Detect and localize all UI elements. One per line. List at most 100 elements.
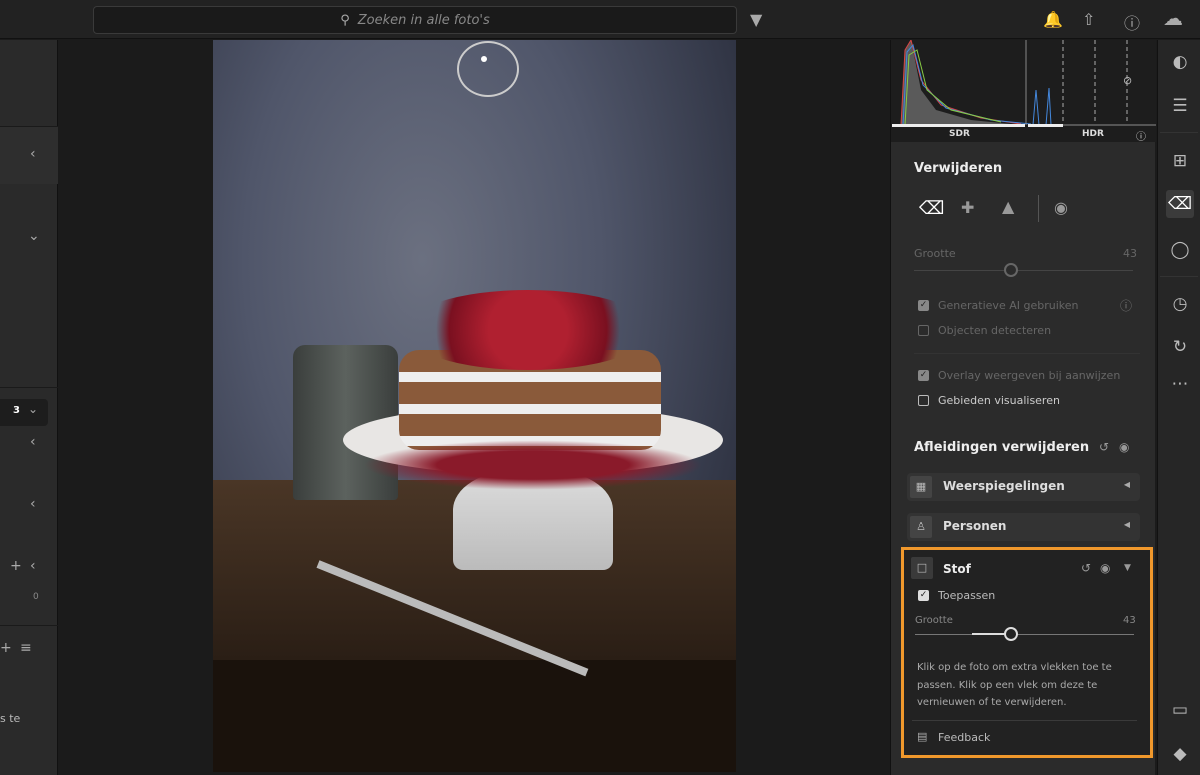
feedback-link[interactable]: Feedback <box>938 731 990 744</box>
histogram-graph <box>892 38 1156 127</box>
visualize-label: Gebieden visualiseren <box>938 394 1060 407</box>
heal-icon[interactable]: ✚ <box>961 198 974 217</box>
tool-rail: ◐ ☰ ⊞ ⌫ ◯ ◷ ↻ ⋯ ▭ ◆ <box>1157 40 1200 775</box>
right-panel: SDR HDR ⓘ ⊘ Verwijderen ⌫ ✚ ▲ ◉ Grootte … <box>890 38 1156 775</box>
bell-icon[interactable]: 🔔 <box>1043 10 1063 29</box>
chevron-left-icon[interactable]: ‹ <box>30 496 36 512</box>
presets-icon[interactable]: ◐ <box>1166 48 1194 76</box>
tag-icon[interactable]: ◆ <box>1166 740 1194 768</box>
size-label: Grootte <box>914 247 956 260</box>
eraser-icon[interactable]: ⌫ <box>919 198 944 219</box>
reflections-icon: ▦ <box>910 476 932 498</box>
size-slider-knob[interactable] <box>1004 263 1018 277</box>
divider <box>0 387 58 388</box>
hdr-label: HDR <box>1082 129 1104 139</box>
detect-objects-label: Objecten detecteren <box>938 324 1052 337</box>
add-icon[interactable]: + <box>10 558 22 574</box>
dust-size-slider[interactable] <box>915 634 1134 635</box>
visualize-checkbox[interactable] <box>918 395 929 406</box>
comment-icon[interactable]: ▭ <box>1166 696 1194 724</box>
divider <box>1160 276 1198 277</box>
photo-table-base <box>213 660 736 772</box>
people-label: Personen <box>943 519 1007 533</box>
dust-icon: □ <box>911 557 933 579</box>
brush-cursor-center <box>481 56 487 62</box>
count-dropdown[interactable]: 3 ⌄ <box>0 399 48 426</box>
feedback-icon[interactable]: ▤ <box>917 730 927 743</box>
search-icon: ⚲ <box>340 12 350 28</box>
versions-icon[interactable]: ↻ <box>1166 333 1194 361</box>
photo-berries-plate <box>363 440 703 490</box>
size-slider[interactable] <box>914 270 1133 271</box>
top-bar: ⚲ Zoeken in alle foto's ▼ 🔔 ⇧ ⓘ ☁ <box>0 0 1200 39</box>
help-icon[interactable]: ⓘ <box>1124 10 1140 34</box>
expand-arrow-icon[interactable]: ◀ <box>1124 480 1130 489</box>
left-panel: ‹ ⌄ 3 ⌄ ‹ ‹ + ‹ 0 + ≡ s te <box>0 40 58 775</box>
generative-ai-label: Generatieve AI gebruiken <box>938 299 1079 312</box>
dust-title: Stof <box>943 562 971 576</box>
dust-panel: □ Stof ↺ ◉ ▼ ✓ Toepassen Grootte 43 Klik… <box>901 547 1153 758</box>
divider <box>0 625 58 626</box>
masking-icon[interactable]: ◯ <box>1166 236 1194 264</box>
divider <box>912 720 1137 721</box>
chevron-down-icon[interactable]: ⌄ <box>28 228 40 244</box>
overlay-checkbox[interactable]: ✓ <box>918 370 929 381</box>
left-section <box>0 126 58 184</box>
generative-ai-checkbox[interactable]: ✓ <box>918 300 929 311</box>
eye-icon[interactable]: ◉ <box>1100 561 1110 575</box>
info-icon[interactable]: ⓘ <box>1120 297 1132 314</box>
distractions-title: Afleidingen verwijderen <box>914 440 1090 455</box>
apply-checkbox[interactable]: ✓ <box>918 590 929 601</box>
sort-icon[interactable]: ≡ <box>20 640 32 656</box>
dust-size-slider-knob[interactable] <box>1004 627 1018 641</box>
chevron-left-icon[interactable]: ‹ <box>30 434 36 450</box>
expand-arrow-icon[interactable]: ◀ <box>1124 520 1130 529</box>
add-icon[interactable]: + <box>0 640 12 656</box>
collapse-arrow-icon[interactable]: ▼ <box>1124 563 1131 573</box>
photo-canvas[interactable] <box>213 40 736 772</box>
edit-sliders-icon[interactable]: ☰ <box>1166 92 1194 120</box>
reset-icon[interactable]: ↺ <box>1081 561 1091 575</box>
hide-eye-icon[interactable]: ⊘ <box>1123 74 1132 87</box>
search-input[interactable]: ⚲ Zoeken in alle foto's <box>93 6 737 34</box>
divider <box>1038 195 1039 222</box>
histogram: SDR HDR ⓘ ⊘ <box>891 38 1156 143</box>
brush-cursor <box>457 41 519 97</box>
count-value: 3 <box>13 405 20 416</box>
dust-help-text: Klik op de foto om extra vlekken toe te … <box>917 662 1112 708</box>
photo-berries <box>403 290 653 370</box>
size-value: 43 <box>1123 247 1137 260</box>
eye-icon[interactable]: ◉ <box>1119 440 1129 454</box>
add-eye-icon[interactable]: ◉ <box>1054 198 1068 217</box>
reflections-label: Weerspiegelingen <box>943 479 1065 493</box>
crop-icon[interactable]: ⊞ <box>1166 147 1194 175</box>
people-icon: ♙ <box>910 516 932 538</box>
search-placeholder: Zoeken in alle foto's <box>357 12 490 28</box>
apply-label: Toepassen <box>938 589 996 602</box>
left-text: s te <box>0 712 21 725</box>
remove-tool-icon[interactable]: ⌫ <box>1166 190 1194 218</box>
divider <box>914 353 1140 354</box>
more-icon[interactable]: ⋯ <box>1166 370 1194 398</box>
detect-objects-checkbox[interactable] <box>918 325 929 336</box>
divider <box>1160 132 1198 133</box>
chevron-left-icon[interactable]: ‹ <box>30 558 36 574</box>
filter-icon[interactable]: ▼ <box>750 10 762 29</box>
dust-size-slider-fill <box>972 633 1005 635</box>
size-label: Grootte <box>915 615 953 626</box>
chevron-down-icon: ⌄ <box>28 402 39 416</box>
overlay-label: Overlay weergeven bij aanwijzen <box>938 369 1121 382</box>
count-zero: 0 <box>33 592 39 602</box>
cloud-icon[interactable]: ☁ <box>1163 6 1183 30</box>
history-icon[interactable]: ◷ <box>1166 290 1194 318</box>
reflections-row[interactable]: ▦ Weerspiegelingen ◀ <box>907 473 1140 501</box>
chevron-left-icon[interactable]: ‹ <box>30 146 36 162</box>
share-icon[interactable]: ⇧ <box>1082 10 1095 29</box>
size-value: 43 <box>1123 615 1136 626</box>
reset-icon[interactable]: ↺ <box>1099 440 1109 454</box>
remove-title: Verwijderen <box>914 161 1003 176</box>
sdr-label: SDR <box>949 129 970 139</box>
info-icon[interactable]: ⓘ <box>1136 128 1146 143</box>
people-row[interactable]: ♙ Personen ◀ <box>907 513 1140 541</box>
clone-stamp-icon[interactable]: ▲ <box>1002 197 1014 216</box>
